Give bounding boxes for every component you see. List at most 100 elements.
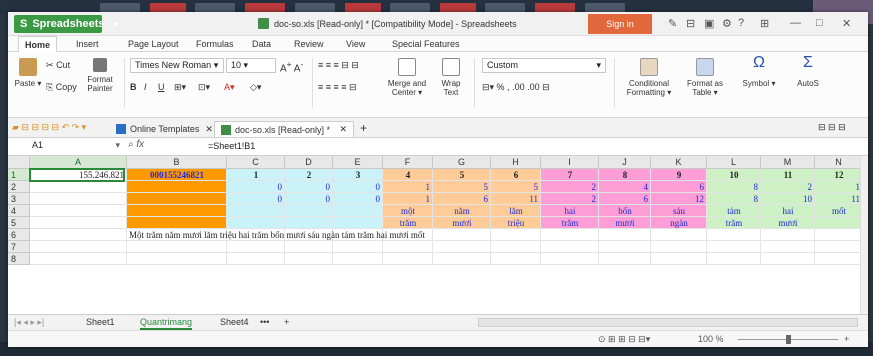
cell-h3[interactable]: 11: [491, 193, 538, 205]
cell-f2[interactable]: 1: [383, 181, 431, 193]
close-icon[interactable]: ✕: [205, 124, 213, 135]
border-icon[interactable]: ⊞▾: [174, 82, 186, 93]
cell-i3[interactable]: 2: [541, 193, 597, 205]
tab-view[interactable]: View: [340, 38, 371, 50]
cell-h4[interactable]: lăm: [491, 205, 541, 217]
column-header-d[interactable]: D: [285, 156, 333, 169]
column-header-f[interactable]: F: [383, 156, 433, 169]
bold-icon[interactable]: B: [130, 82, 137, 92]
row-header-2[interactable]: 2: [8, 181, 30, 193]
horizontal-scrollbar[interactable]: [478, 318, 858, 327]
font-grow-icon[interactable]: A+ A-: [280, 59, 303, 74]
merge-center-button[interactable]: Merge and Center ▾: [384, 58, 430, 97]
close-icon[interactable]: ✕: [842, 17, 851, 30]
tab-page-layout[interactable]: Page Layout: [122, 38, 185, 50]
cell-c2[interactable]: 0: [227, 181, 283, 193]
cell-j4[interactable]: bốn: [599, 205, 651, 217]
tab-insert[interactable]: Insert: [70, 38, 105, 50]
status-icons[interactable]: ⊙ ⊞ ⊞ ⊟ ⊟▾: [598, 334, 650, 345]
cell-g1[interactable]: 5: [433, 169, 491, 181]
cell-b6[interactable]: Một trăm năm mươi lăm triệu hai trăm bốn…: [129, 229, 425, 241]
cell-i4[interactable]: hai: [541, 205, 599, 217]
tab-doc-so[interactable]: doc-so.xls [Read-only] * ✕: [214, 121, 354, 137]
quick-access-icons[interactable]: ▰ ⊟ ⊟ ⊟ ⊟ ↶ ↷ ▾: [12, 122, 86, 133]
sheet-tab-quantrimang[interactable]: Quantrimang: [140, 317, 193, 330]
select-all-corner[interactable]: [8, 156, 30, 169]
zoom-in-icon[interactable]: +: [844, 334, 849, 344]
underline-icon[interactable]: U: [158, 82, 165, 92]
row-header-7[interactable]: 7: [8, 241, 30, 253]
cell-g3[interactable]: 6: [433, 193, 489, 205]
font-name-select[interactable]: Times New Roman ▾: [130, 58, 224, 73]
share-icon[interactable]: ⊟: [686, 17, 695, 30]
row-header-4[interactable]: 4: [8, 205, 30, 217]
app-menu-button[interactable]: S Spreadsheets ▾: [14, 15, 118, 33]
format-painter-button[interactable]: Format Painter: [82, 58, 118, 93]
tab-formulas[interactable]: Formulas: [190, 38, 240, 50]
cell-k3[interactable]: 12: [651, 193, 704, 205]
format-as-table-button[interactable]: Format as Table ▾: [682, 58, 728, 97]
row-header-1[interactable]: 1: [8, 169, 30, 181]
cell-i2[interactable]: 2: [541, 181, 597, 193]
cell-g2[interactable]: 5: [433, 181, 489, 193]
layout-icon[interactable]: ▣: [704, 17, 714, 30]
column-header-e[interactable]: E: [333, 156, 383, 169]
italic-icon[interactable]: I: [144, 82, 147, 92]
zoom-slider-handle[interactable]: [786, 335, 791, 344]
align-top-icon[interactable]: ≡ ≡ ≡ ⊟ ⊟: [318, 60, 359, 71]
copy-button[interactable]: ⎘ Copy: [46, 82, 77, 93]
sheet-nav-icons[interactable]: |◂ ◂ ▸ ▸|: [14, 317, 44, 328]
fill-color-icon[interactable]: ⊡▾: [198, 82, 210, 93]
cut-button[interactable]: ✂ Cut: [46, 60, 70, 71]
cell-k5[interactable]: ngàn: [651, 217, 707, 229]
clear-format-icon[interactable]: ◇▾: [250, 82, 261, 93]
row-header-6[interactable]: 6: [8, 229, 30, 241]
cell-m2[interactable]: 2: [761, 181, 813, 193]
cell-c1[interactable]: 1: [227, 169, 285, 181]
cell-e3[interactable]: 0: [333, 193, 381, 205]
cell-f1[interactable]: 4: [383, 169, 433, 181]
close-icon[interactable]: ✕: [339, 124, 347, 135]
tab-home[interactable]: Home: [18, 36, 58, 52]
name-box[interactable]: A1 ▾: [12, 140, 120, 154]
conditional-formatting-button[interactable]: Conditional Formatting ▾: [622, 58, 676, 97]
tab-data[interactable]: Data: [246, 38, 277, 50]
vertical-scrollbar[interactable]: [860, 156, 868, 314]
cell-m3[interactable]: 10: [761, 193, 812, 205]
column-header-m[interactable]: M: [761, 156, 815, 169]
cell-d1[interactable]: 2: [285, 169, 333, 181]
settings-icon[interactable]: ⚙: [722, 17, 732, 30]
right-tab-icons[interactable]: ⊟ ⊟ ⊟: [818, 122, 846, 133]
cell-j1[interactable]: 8: [599, 169, 651, 181]
cell-d3[interactable]: 0: [285, 193, 331, 205]
align-left-icon[interactable]: ≡ ≡ ≡ ≡ ⊟: [318, 82, 357, 93]
paste-button[interactable]: Paste ▾: [14, 58, 42, 88]
skin-icon[interactable]: ✎: [668, 17, 677, 30]
sheet-tab-sheet1[interactable]: Sheet1: [86, 317, 115, 327]
help-icon[interactable]: ?: [738, 17, 744, 29]
formula-input[interactable]: =Sheet1!B1: [208, 141, 255, 151]
wrap-text-button[interactable]: Wrap Text: [434, 58, 468, 97]
cell-f4[interactable]: một: [383, 205, 433, 217]
cell-k2[interactable]: 6: [651, 181, 705, 193]
maximize-icon[interactable]: □: [816, 17, 823, 29]
cell-l4[interactable]: tám: [707, 205, 761, 217]
cell-i1[interactable]: 7: [541, 169, 599, 181]
cell-l2[interactable]: 8: [707, 181, 759, 193]
column-header-n[interactable]: N: [815, 156, 863, 169]
more-sheets-icon[interactable]: •••: [260, 317, 269, 327]
cell-m5[interactable]: mươi: [761, 217, 815, 229]
zoom-slider[interactable]: [738, 335, 838, 344]
font-color-icon[interactable]: A▾: [224, 82, 235, 93]
cell-e1[interactable]: 3: [333, 169, 383, 181]
cell-n1[interactable]: 12: [815, 169, 863, 181]
cell-d2[interactable]: 0: [285, 181, 331, 193]
cell-i5[interactable]: trăm: [541, 217, 599, 229]
symbol-button[interactable]: Ω Symbol ▾: [736, 55, 782, 89]
restore-view-icon[interactable]: ⊞: [760, 17, 769, 30]
cell-n3[interactable]: 11: [815, 193, 860, 205]
column-header-l[interactable]: L: [707, 156, 761, 169]
cell-l5[interactable]: trăm: [707, 217, 761, 229]
column-header-c[interactable]: C: [227, 156, 285, 169]
cell-f5[interactable]: trăm: [383, 217, 433, 229]
